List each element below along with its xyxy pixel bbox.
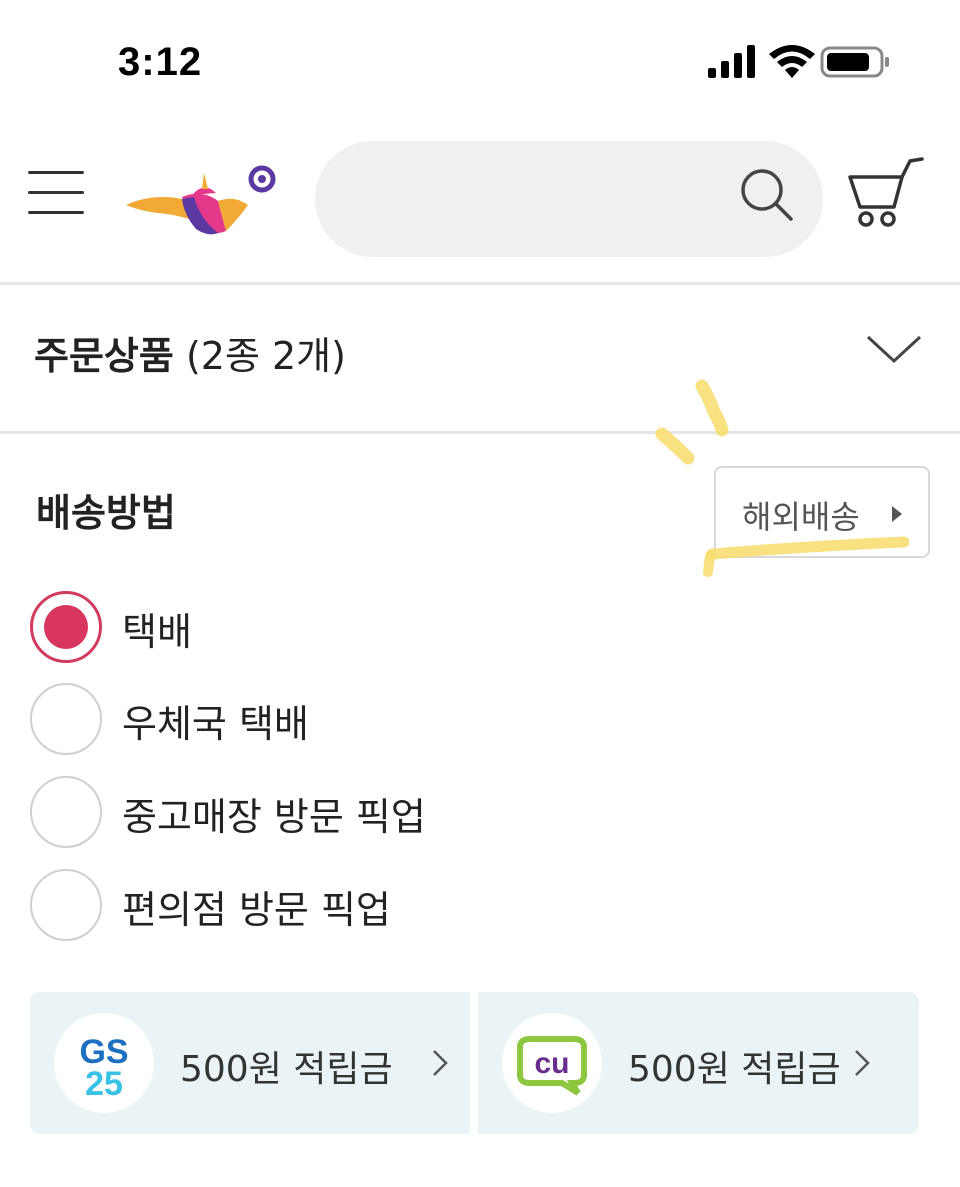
status-bar: 3:12: [0, 0, 960, 120]
cu-logo: cu: [502, 1013, 602, 1113]
chevron-down-icon: [866, 335, 922, 364]
triangle-right-icon: [892, 506, 902, 522]
aladin-lamp-logo[interactable]: [122, 159, 282, 239]
order-products-toggle[interactable]: 주문상품 (2종 2개): [0, 285, 960, 431]
delivery-option-courier[interactable]: 택배: [30, 591, 630, 667]
radio-convenience-pickup[interactable]: [30, 869, 102, 941]
radio-used-store-pickup[interactable]: [30, 776, 102, 848]
option-label: 우체국 택배: [122, 702, 309, 746]
search-input[interactable]: [355, 171, 735, 227]
option-label: 중고매장 방문 픽업: [122, 795, 426, 839]
cu-reward-card[interactable]: cu 500원 적립금: [478, 992, 919, 1134]
wifi-icon: [769, 45, 815, 78]
cart-icon[interactable]: [846, 155, 926, 229]
option-label: 편의점 방문 픽업: [122, 888, 391, 932]
signal-icon: [708, 45, 755, 78]
gs25-logo: GS 25: [54, 1013, 154, 1113]
order-products-title: 주문상품 (2종 2개): [34, 325, 346, 380]
gs25-reward-card[interactable]: GS 25 500원 적립금: [30, 992, 470, 1134]
radio-post-office[interactable]: [30, 683, 102, 755]
chevron-right-icon: [855, 1050, 870, 1076]
chevron-right-icon: [433, 1050, 448, 1076]
status-icons: [706, 44, 896, 84]
gs25-logo-line2: 25: [85, 1065, 123, 1103]
order-count: (2종 2개): [185, 334, 346, 378]
overseas-shipping-label: 해외배송: [742, 498, 860, 536]
section-divider: [0, 431, 960, 434]
menu-icon[interactable]: [26, 167, 90, 219]
option-label: 택배: [122, 610, 192, 654]
order-checkout-page: 3:12 주문상품 (2종 2개) 배송방법 해외배송 택배 우체국 택배 중고…: [0, 0, 960, 1187]
battery-icon: [820, 46, 889, 78]
search-icon[interactable]: [737, 165, 797, 225]
radio-courier[interactable]: [30, 591, 102, 663]
cu-reward-text: 500원 적립금: [628, 1049, 841, 1090]
status-time: 3:12: [118, 40, 203, 84]
cu-logo-text: cu: [534, 1047, 569, 1080]
delivery-option-post-office[interactable]: 우체국 택배: [30, 683, 630, 759]
gs25-reward-text: 500원 적립금: [180, 1049, 393, 1090]
order-title-text: 주문상품: [34, 334, 174, 378]
overseas-shipping-button[interactable]: 해외배송: [714, 466, 930, 558]
delivery-option-used-store-pickup[interactable]: 중고매장 방문 픽업: [30, 776, 630, 852]
delivery-method-title: 배송방법: [36, 491, 176, 535]
delivery-option-convenience-pickup[interactable]: 편의점 방문 픽업: [30, 869, 630, 945]
top-header: [0, 125, 960, 280]
